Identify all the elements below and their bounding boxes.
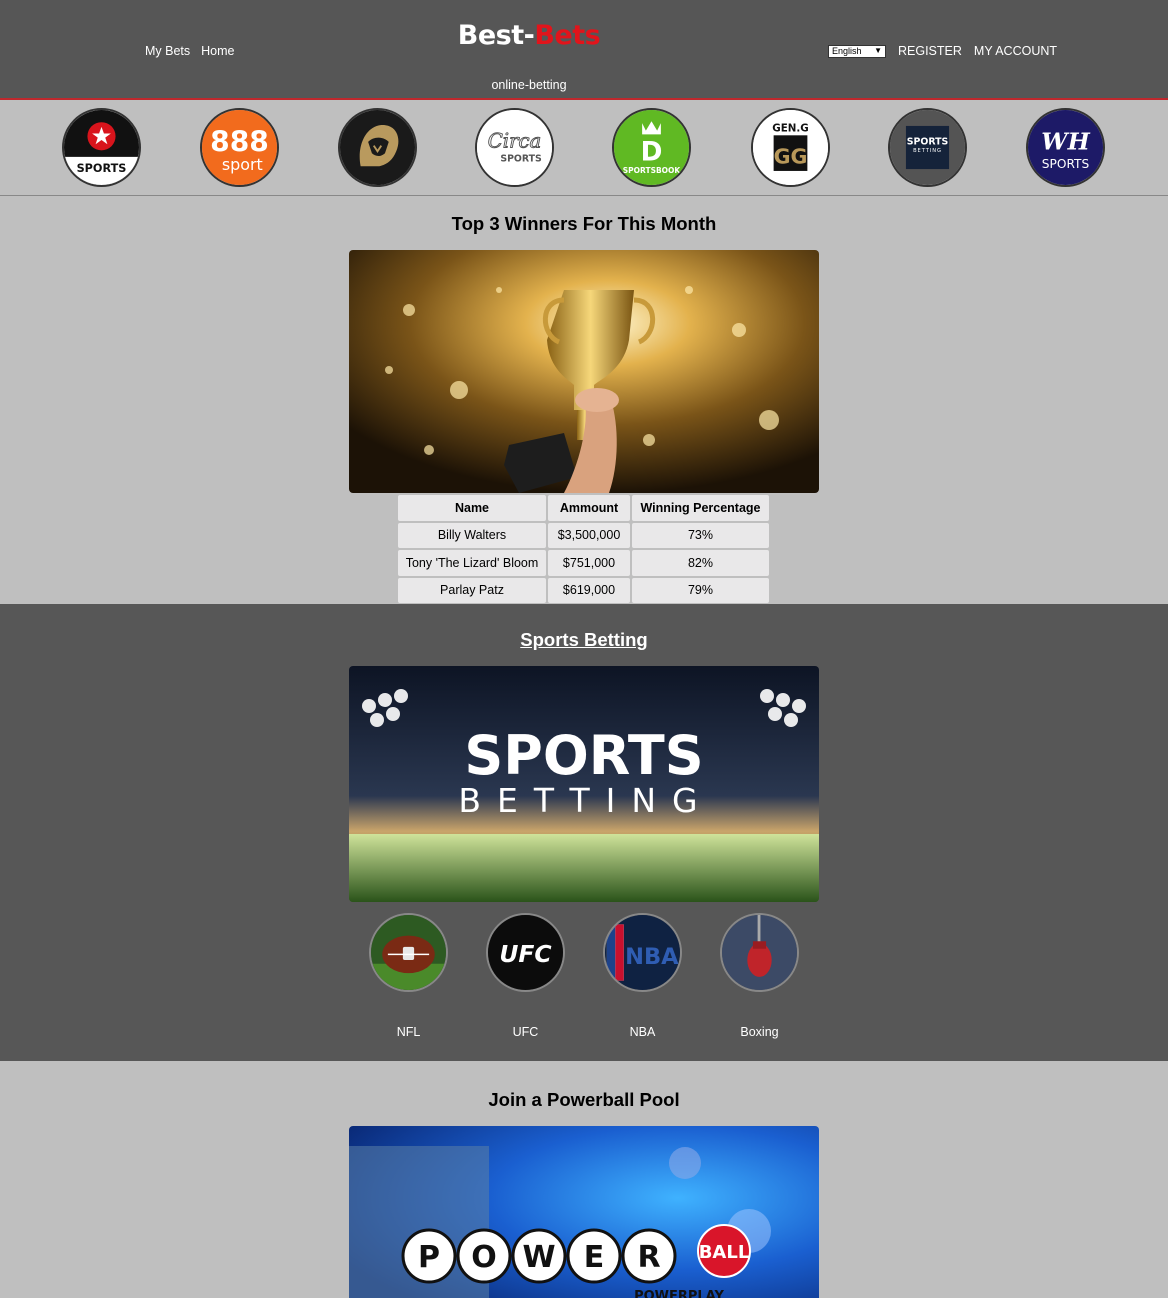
table-row: Tony 'The Lizard' Bloom $751,000 82%	[398, 550, 769, 576]
888-sport-logo[interactable]: 888 sport	[200, 108, 279, 187]
william-hill-monogram: WH	[1041, 127, 1090, 155]
winner-name: Parlay Patz	[398, 577, 546, 603]
sports-betting-word-2: BETTING	[913, 148, 942, 154]
powerball-letter: R	[637, 1240, 660, 1275]
account-nav: English ▼ REGISTER MY ACCOUNT	[828, 44, 1057, 58]
column-header-amount: Ammount	[548, 495, 630, 521]
william-hill-word: SPORTS	[1042, 157, 1090, 171]
category-label: NBA	[629, 1025, 656, 1039]
category-label: Boxing	[740, 1025, 779, 1039]
888-number: 888	[210, 125, 269, 158]
powerball-letter: W	[522, 1240, 555, 1275]
winner-amount: $751,000	[548, 550, 630, 576]
powerplay-word: POWERPLAY	[634, 1289, 724, 1298]
language-value: English	[832, 45, 862, 56]
sports-betting-banner: SPORTS BETTING	[349, 666, 819, 902]
winner-percentage: 82%	[632, 550, 769, 576]
geng-mark: GG	[774, 144, 808, 168]
pokerstars-sports-logo[interactable]: SPORTS	[62, 108, 141, 187]
boxing-glove-icon	[720, 913, 799, 992]
chevron-down-icon: ▼	[874, 46, 882, 55]
circa-sports-word: SPORTS	[500, 154, 542, 165]
draftkings-d: D	[641, 138, 663, 168]
table-header-row: Name Ammount Winning Percentage	[398, 495, 769, 521]
powerball-letter: E	[584, 1240, 605, 1275]
winner-amount: $3,500,000	[548, 522, 630, 548]
trophy-image	[349, 250, 819, 493]
888-sport-word: sport	[222, 155, 263, 174]
draftkings-word: SPORTSBOOK	[623, 166, 682, 175]
powerball-title: Join a Powerball Pool	[488, 1089, 680, 1110]
svg-text:UFC: UFC	[499, 940, 551, 968]
circa-sports-logo[interactable]: Circa SPORTS	[475, 108, 554, 187]
geng-logo[interactable]: GEN.G GG	[751, 108, 830, 187]
winner-percentage: 79%	[632, 577, 769, 603]
banner-sports-word: SPORTS	[464, 724, 703, 787]
category-label: UFC	[512, 1025, 539, 1039]
sportsbook-logo-strip: SPORTS 888 sport Circa SPORTS D SPORTSBO…	[0, 100, 1168, 196]
sports-betting-logo[interactable]: SPORTS BETTING	[888, 108, 967, 187]
powerball-ball-word: BALL	[699, 1242, 750, 1263]
top-winners-title: Top 3 Winners For This Month	[451, 213, 717, 234]
site-header: My Bets Home Best-Bets online-betting En…	[0, 0, 1168, 100]
draftkings-sportsbook-logo[interactable]: D SPORTSBOOK	[612, 108, 691, 187]
category-ufc[interactable]: UFC UFC	[486, 913, 565, 1039]
column-header-winning-percentage: Winning Percentage	[632, 495, 769, 521]
top-winners-section: Top 3 Winners For This Month Name Ammoun…	[0, 196, 1168, 604]
sports-betting-title[interactable]: Sports Betting	[0, 629, 1168, 651]
site-tagline: online-betting	[491, 78, 567, 92]
table-row: Billy Walters $3,500,000 73%	[398, 522, 769, 548]
powerball-letter: O	[471, 1240, 497, 1275]
geng-title: GEN.G	[772, 123, 808, 135]
banner-betting-word: BETTING	[458, 781, 713, 820]
pokerstars-text: SPORTS	[77, 162, 127, 175]
powerball-banner[interactable]: P O W E R BALL POWERPLAY	[349, 1126, 819, 1298]
william-hill-sports-logo[interactable]: WH SPORTS	[1026, 108, 1105, 187]
winner-percentage: 73%	[632, 522, 769, 548]
winner-name: Tony 'The Lizard' Bloom	[398, 550, 546, 576]
winner-name: Billy Walters	[398, 522, 546, 548]
betmgm-lion-logo[interactable]	[338, 108, 417, 187]
category-nba[interactable]: NBA NBA	[603, 913, 682, 1039]
sports-betting-section: Sports Betting SPORTS BETTING NFL UFC UF…	[0, 604, 1168, 1061]
winners-table: Name Ammount Winning Percentage Billy Wa…	[396, 493, 771, 605]
ufc-icon: UFC	[486, 913, 565, 992]
football-icon	[369, 913, 448, 992]
svg-text:NBA: NBA	[625, 944, 679, 970]
nba-icon: NBA	[603, 913, 682, 992]
powerball-section: Join a Powerball Pool P O W E R BALL POW…	[0, 1061, 1168, 1298]
winner-amount: $619,000	[548, 577, 630, 603]
column-header-name: Name	[398, 495, 546, 521]
category-nfl[interactable]: NFL	[369, 913, 448, 1039]
sports-betting-word-1: SPORTS	[907, 137, 949, 148]
my-account-link[interactable]: MY ACCOUNT	[974, 44, 1057, 58]
brand-part-1: Best-	[457, 20, 535, 51]
powerball-letter: P	[418, 1240, 440, 1275]
category-label: NFL	[396, 1025, 421, 1039]
register-link[interactable]: REGISTER	[898, 44, 962, 58]
circa-word: Circa	[488, 130, 542, 153]
table-row: Parlay Patz $619,000 79%	[398, 577, 769, 603]
brand-part-2: Bets	[534, 20, 601, 51]
language-select[interactable]: English ▼	[828, 44, 886, 58]
category-boxing[interactable]: Boxing	[720, 913, 799, 1039]
